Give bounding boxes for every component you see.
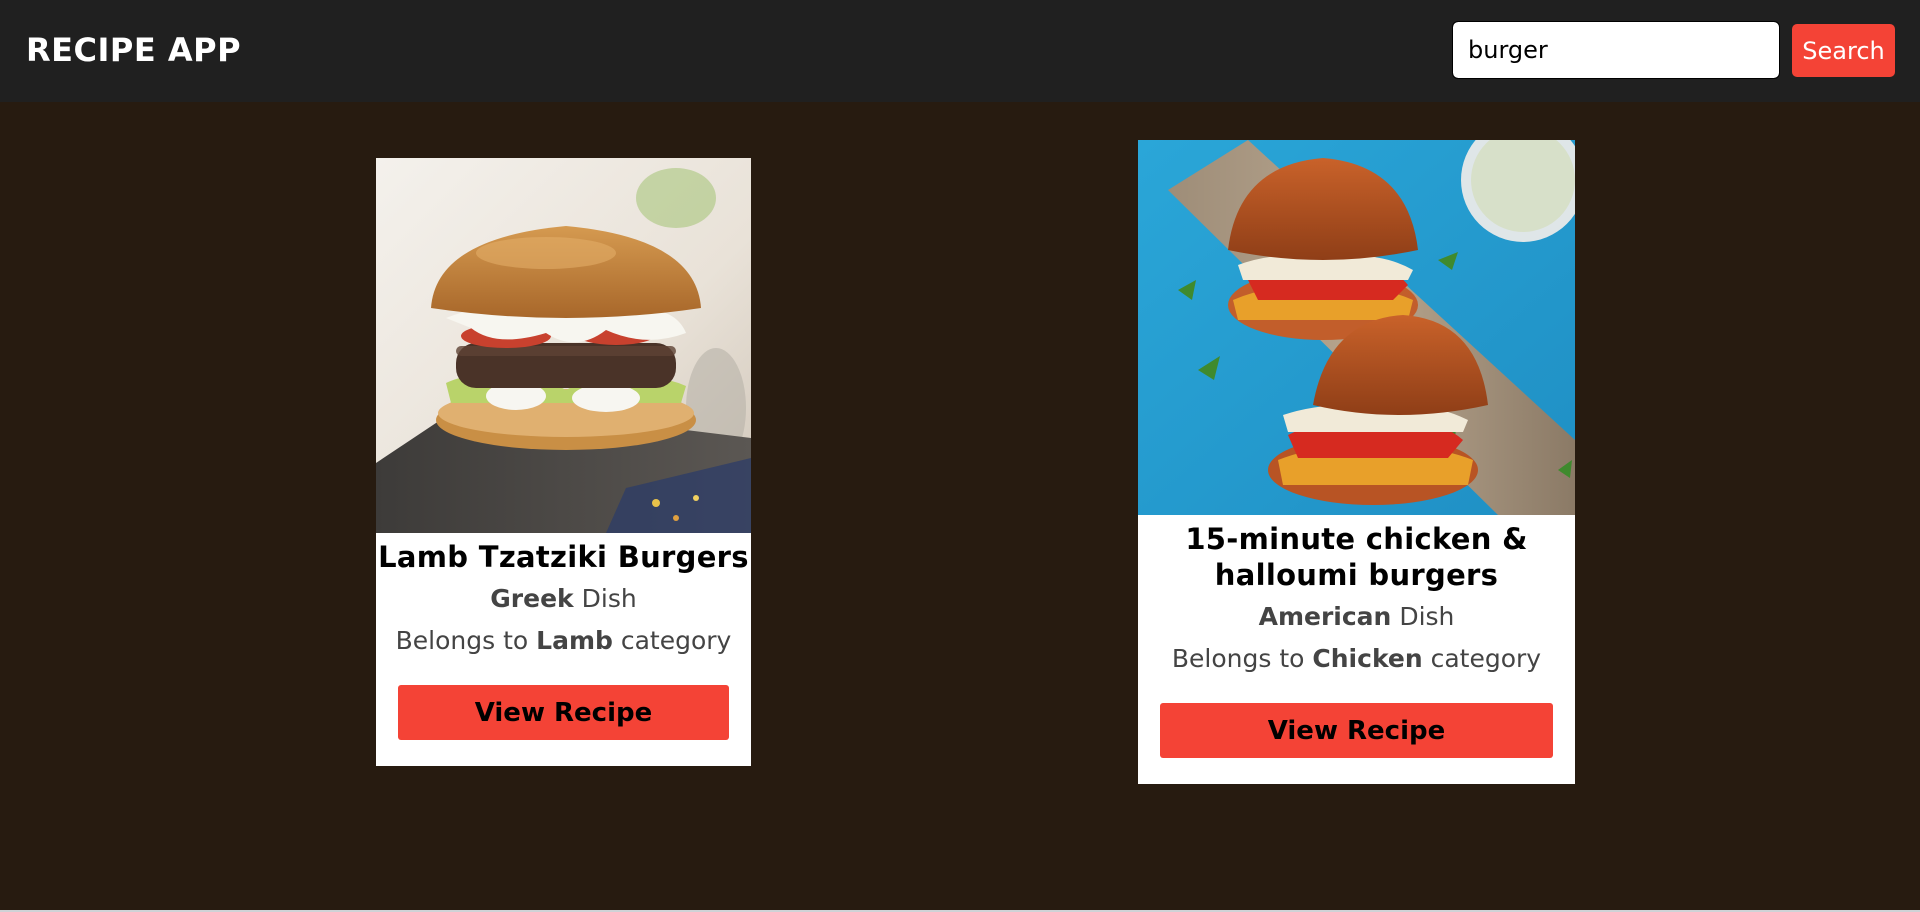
category-suffix: category	[1430, 644, 1542, 673]
cuisine-name: American	[1258, 602, 1392, 631]
recipe-title: 15-minute chicken & halloumi burgers	[1185, 522, 1528, 592]
category-prefix: Belongs to	[1171, 644, 1305, 673]
search-button[interactable]: Search	[1792, 24, 1895, 77]
app-header: RECIPE APP Search	[0, 0, 1920, 102]
recipe-cuisine: Greek Dish	[376, 583, 751, 615]
recipe-title: Lamb Tzatziki Burgers	[378, 540, 749, 574]
search-input[interactable]	[1452, 21, 1780, 79]
dish-label: Dish	[581, 584, 637, 613]
recipe-category: Belongs to Chicken category	[1138, 643, 1575, 675]
view-recipe-button[interactable]: View Recipe	[1160, 703, 1553, 758]
category-suffix: category	[620, 626, 732, 655]
chicken-halloumi-burgers-photo	[1138, 140, 1575, 515]
burger-photo	[376, 158, 751, 533]
category-name: Chicken	[1312, 644, 1423, 673]
category-name: Lamb	[536, 626, 613, 655]
recipe-image	[1138, 140, 1575, 515]
cuisine-name: Greek	[490, 584, 574, 613]
category-prefix: Belongs to	[395, 626, 529, 655]
dish-label: Dish	[1399, 602, 1455, 631]
recipe-category: Belongs to Lamb category	[376, 625, 751, 657]
recipe-card: 15-minute chicken & halloumi burgers Ame…	[1138, 140, 1575, 784]
view-recipe-button[interactable]: View Recipe	[398, 685, 729, 740]
app-title: RECIPE APP	[26, 31, 242, 69]
recipe-card: Lamb Tzatziki Burgers Greek Dish Belongs…	[376, 158, 751, 766]
recipe-image	[376, 158, 751, 533]
recipe-cuisine: American Dish	[1138, 601, 1575, 633]
